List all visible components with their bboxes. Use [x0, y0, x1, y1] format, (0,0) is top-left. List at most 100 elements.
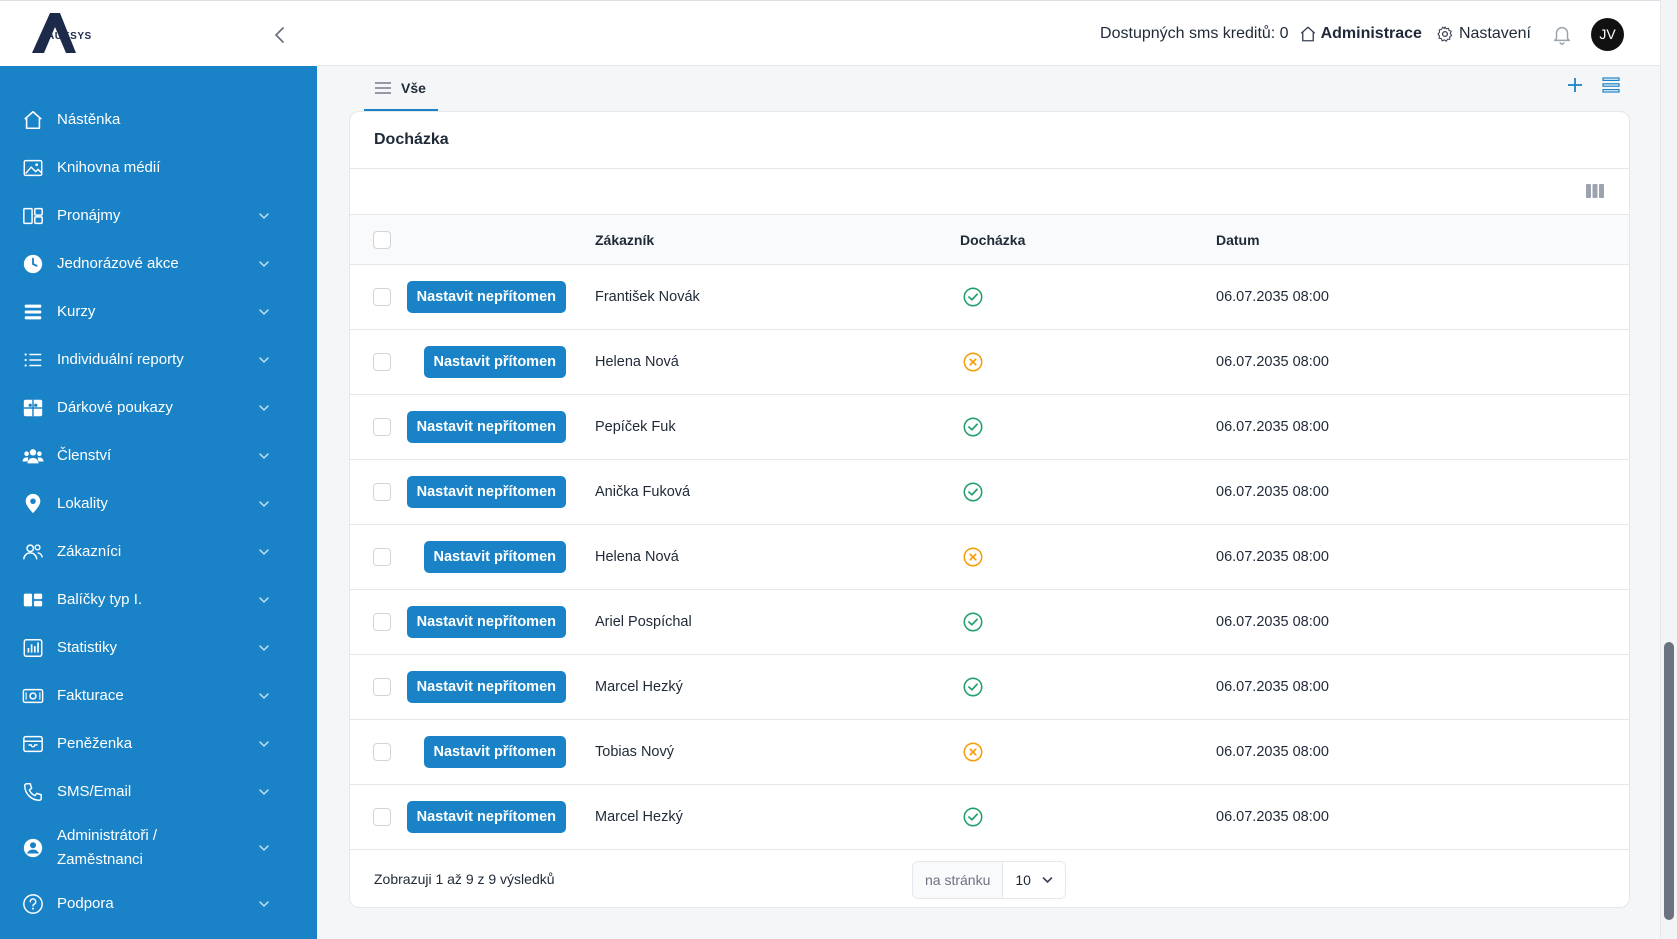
set-present-button[interactable]: Nastavit přítomen	[423, 346, 566, 378]
tab-actions	[1550, 74, 1622, 96]
administration-link[interactable]: Administrace	[1299, 25, 1422, 43]
set-absent-button[interactable]: Nastavit nepřítomen	[406, 411, 566, 443]
sidebar-item-4[interactable]: Kurzy	[0, 288, 317, 336]
set-absent-button[interactable]: Nastavit nepřítomen	[406, 476, 566, 508]
sidebar-item-label: Kurzy	[57, 303, 96, 320]
table-row: Nastavit nepřítomen Ariel Pospíchal 06.07.…	[350, 590, 1629, 655]
row-action: Nastavit přítomen	[423, 541, 566, 573]
set-present-button[interactable]: Nastavit přítomen	[423, 736, 566, 768]
results-summary: Zobrazuji 1 až 9 z 9 výsledků	[374, 871, 555, 887]
attendance-date: 06.07.2035 08:00	[1216, 484, 1329, 500]
row-checkbox[interactable]	[373, 743, 391, 761]
row-checkbox[interactable]	[373, 353, 391, 371]
administration-label: Administrace	[1320, 25, 1422, 42]
user-circle-icon	[22, 837, 44, 859]
set-absent-button[interactable]: Nastavit nepřítomen	[406, 801, 566, 833]
row-action: Nastavit nepřítomen	[406, 411, 566, 443]
list-icon	[22, 349, 44, 371]
set-present-button[interactable]: Nastavit přítomen	[423, 541, 566, 573]
column-date[interactable]: Datum	[1216, 232, 1260, 248]
tab-all[interactable]: Vše	[364, 67, 438, 111]
per-page-select: na stránku 10	[912, 861, 1067, 899]
table-row: Nastavit přítomen Tobias Nový 06.07.2035 0…	[350, 720, 1629, 785]
sidebar-item-11[interactable]: Statistiky	[0, 624, 317, 672]
sidebar-item-13[interactable]: Peněženka	[0, 720, 317, 768]
chart-icon	[22, 637, 44, 659]
scrollbar-thumb[interactable]	[1664, 642, 1674, 920]
home-icon	[22, 109, 44, 131]
sidebar-item-label: Členství	[57, 447, 112, 464]
sidebar-item-0[interactable]: Nástěnka	[0, 96, 317, 144]
per-page-dropdown[interactable]: 10	[1003, 862, 1066, 898]
settings-link[interactable]: Nastavení	[1436, 25, 1531, 43]
table-footer: Zobrazuji 1 až 9 z 9 výsledků na stránku…	[350, 850, 1629, 907]
attendance-date: 06.07.2035 08:00	[1216, 419, 1329, 435]
sidebar-item-label: Knihovna médií	[57, 159, 161, 176]
row-action: Nastavit nepřítomen	[406, 281, 566, 313]
sidebar-item-1[interactable]: Knihovna médií	[0, 144, 317, 192]
row-checkbox[interactable]	[373, 678, 391, 696]
customer-name: Anička Fuková	[595, 484, 691, 500]
sidebar-item-2[interactable]: Pronájmy	[0, 192, 317, 240]
attendance-card: Docházka Zákazník Docházka Datum Nastavi…	[349, 111, 1630, 908]
attendance-status	[960, 546, 984, 568]
chevron-down-icon	[259, 693, 269, 700]
sidebar-item-8[interactable]: Lokality	[0, 480, 317, 528]
sidebar-item-3[interactable]: Jednorázové akce	[0, 240, 317, 288]
bell-icon[interactable]	[1551, 23, 1573, 45]
attendance-status	[960, 351, 984, 373]
chevron-down-icon	[259, 261, 269, 268]
sidebar-item-12[interactable]: Fakturace	[0, 672, 317, 720]
list-view-button[interactable]	[1600, 74, 1622, 96]
customers-icon	[22, 541, 44, 563]
sidebar-item-5[interactable]: Individuální reporty	[0, 336, 317, 384]
sidebar-item-6[interactable]: Dárkové poukazy	[0, 384, 317, 432]
set-absent-button[interactable]: Nastavit nepřítomen	[406, 671, 566, 703]
customer-name: František Novák	[595, 289, 700, 305]
sidebar-item-9[interactable]: Zákazníci	[0, 528, 317, 576]
set-absent-button[interactable]: Nastavit nepřítomen	[406, 606, 566, 638]
sidebar-item-label: Jednorázové akce	[57, 255, 179, 272]
attendance-status	[960, 741, 984, 763]
help-icon	[22, 893, 44, 915]
attendance-status	[960, 611, 984, 633]
topbar-actions: Dostupných sms kreditů: 0 Administrace N…	[1100, 17, 1624, 51]
row-checkbox[interactable]	[373, 613, 391, 631]
select-all-checkbox[interactable]	[373, 230, 391, 249]
sidebar-item-7[interactable]: Členství	[0, 432, 317, 480]
sidebar-item-10[interactable]: Balíčky typ I.	[0, 576, 317, 624]
sidebar-item-label: Podpora	[57, 895, 114, 912]
sidebar-item-label: Individuální reporty	[57, 351, 184, 368]
sidebar-item-16[interactable]: Podpora	[0, 880, 317, 928]
add-button[interactable]	[1564, 74, 1586, 96]
invoice-icon	[22, 685, 44, 707]
sidebar-item-15[interactable]: Administrátoři / Zaměstnanci	[0, 816, 317, 880]
phone-icon	[22, 781, 44, 803]
row-checkbox[interactable]	[373, 808, 391, 826]
topbar: Dostupných sms kreditů: 0 Administrace N…	[317, 0, 1660, 66]
row-checkbox[interactable]	[373, 418, 391, 436]
columns-icon[interactable]	[1585, 183, 1605, 199]
chevron-down-icon	[259, 597, 269, 604]
customer-name: Helena Nová	[595, 354, 679, 370]
x-circle-icon	[963, 352, 983, 372]
check-circle-icon	[963, 287, 983, 307]
table-row: Nastavit nepřítomen Anička Fuková 06.07.20…	[350, 460, 1629, 525]
column-customer[interactable]: Zákazník	[595, 232, 654, 248]
set-absent-button[interactable]: Nastavit nepřítomen	[406, 281, 566, 313]
sidebar-item-label: Nástěnka	[57, 111, 121, 128]
row-checkbox[interactable]	[373, 483, 391, 501]
image-icon	[22, 157, 44, 179]
sidebar-item-label: Pronájmy	[57, 207, 121, 224]
users-icon	[22, 445, 44, 467]
per-page-label: na stránku	[913, 862, 1004, 898]
row-checkbox[interactable]	[373, 288, 391, 306]
map-pin-icon	[22, 493, 44, 515]
sidebar-item-14[interactable]: SMS/Email	[0, 768, 317, 816]
avatar[interactable]: JV	[1591, 17, 1624, 51]
collapse-sidebar-icon[interactable]	[272, 25, 288, 45]
table-row: Nastavit nepřítomen Pepíček Fuk 06.07.2035…	[350, 395, 1629, 460]
column-attendance[interactable]: Docházka	[960, 232, 1025, 248]
chevron-down-icon	[259, 213, 269, 220]
row-checkbox[interactable]	[373, 548, 391, 566]
